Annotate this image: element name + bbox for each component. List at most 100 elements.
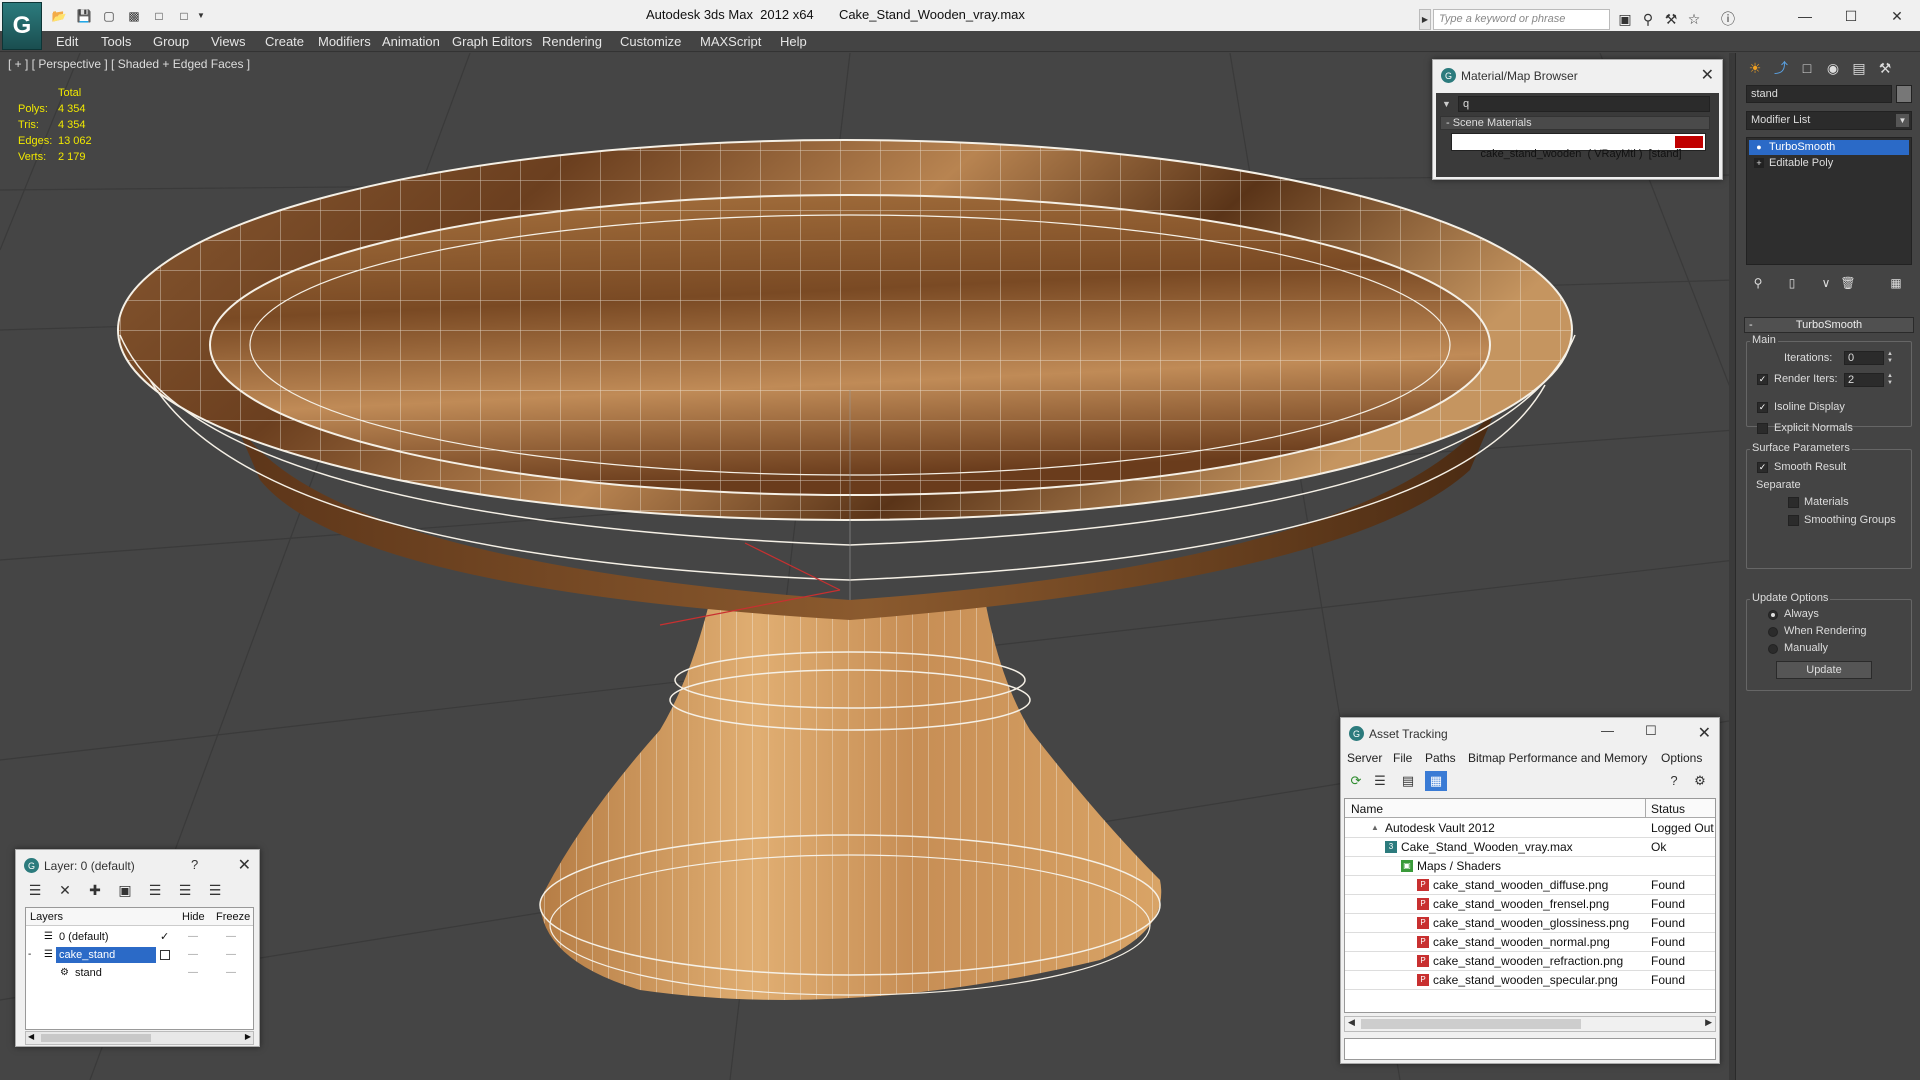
horizontal-scrollbar[interactable]: ◀ ▶ [1344,1016,1716,1032]
redo-icon[interactable]: □ [175,7,193,24]
new-layer-icon[interactable]: ☰ [24,880,46,900]
table-row[interactable]: P cake_stand_wooden_specular.png Found [1345,971,1715,990]
save-icon[interactable]: 💾 [75,7,93,24]
modifier-list-dropdown[interactable]: Modifier List ▼ [1746,111,1912,130]
menu-customize[interactable]: Customize [620,34,681,49]
menu-bitmap-performance[interactable]: Bitmap Performance and Memory [1468,751,1647,765]
freeze-all-icon[interactable]: ☰ [204,880,226,900]
layer-row[interactable]: - ☰ cake_stand — — [26,946,253,964]
app-logo[interactable]: G [2,2,42,50]
object-color-swatch[interactable] [1896,85,1912,103]
stack-item-editable-poly[interactable]: + Editable Poly [1749,156,1909,171]
expand-icon[interactable]: - [28,946,31,964]
hold-icon[interactable]: ▩ [125,7,143,24]
menu-maxscript[interactable]: MAXScript [700,34,761,49]
select-layer-icon[interactable]: ☰ [144,880,166,900]
iterations-spinner[interactable]: 0 [1844,351,1884,365]
materials-checkbox[interactable] [1788,497,1799,508]
freeze-toggle[interactable]: — [226,928,236,946]
active-layer-checkbox[interactable] [160,950,170,960]
menu-graph-editors[interactable]: Graph Editors [452,34,532,49]
close-icon[interactable]: ✕ [1698,723,1711,743]
make-unique-icon[interactable]: ∨ [1816,273,1836,293]
expand-icon[interactable]: + [1754,158,1764,168]
menu-edit[interactable]: Edit [56,34,78,49]
column-header-hide[interactable]: Hide [182,911,205,923]
open-icon[interactable]: 📂 [50,7,68,24]
hide-toggle[interactable]: — [188,946,198,964]
menu-animation[interactable]: Animation [382,34,440,49]
layer-row[interactable]: ☰ 0 (default) ✓ — — [26,928,253,946]
utilities-tab-icon[interactable]: ⚒ [1874,57,1896,79]
search-expand-icon[interactable]: ▶ [1419,9,1431,30]
manually-radio[interactable] [1768,644,1778,654]
column-header-name[interactable]: Name [1351,802,1383,816]
subscription-icon[interactable]: ⚒ [1661,10,1681,28]
table-row[interactable]: ▲ Autodesk Vault 2012 Logged Out [1345,819,1715,838]
hierarchy-tab-icon[interactable]: □ [1796,57,1818,79]
filter-dropdown-icon[interactable]: ▼ [1442,99,1452,109]
settings-icon[interactable]: ⚙ [1689,771,1711,791]
maximize-button[interactable]: ☐ [1828,4,1874,28]
modify-tab-icon[interactable]: ⤴ [1770,57,1792,79]
explicit-normals-checkbox[interactable] [1757,423,1768,434]
menu-paths[interactable]: Paths [1425,751,1456,765]
smooth-result-checkbox[interactable]: ✓ [1757,462,1768,473]
help-button[interactable]: ? [191,857,198,872]
scroll-right-icon[interactable]: ▶ [245,1032,251,1041]
table-row[interactable]: ▣ Maps / Shaders [1345,857,1715,876]
tree-view-icon[interactable]: ▤ [1397,771,1419,791]
table-row[interactable]: P cake_stand_wooden_normal.png Found [1345,933,1715,952]
render-iters-checkbox[interactable]: ✓ [1757,374,1768,385]
table-row[interactable]: 3 Cake_Stand_Wooden_vray.max Ok [1345,838,1715,857]
minimize-button[interactable]: — [1601,723,1614,738]
when-rendering-radio[interactable] [1768,627,1778,637]
freeze-toggle[interactable]: — [226,946,236,964]
menu-rendering[interactable]: Rendering [542,34,602,49]
hide-toggle[interactable]: — [188,964,198,982]
help-icon[interactable]: ? [1663,771,1685,791]
menu-modifiers[interactable]: Modifiers [318,34,371,49]
search-input[interactable]: Type a keyword or phrase [1433,9,1610,30]
quick-access-dropdown-icon[interactable]: ▼ [192,7,210,24]
table-row[interactable]: P cake_stand_wooden_frensel.png Found [1345,895,1715,914]
smoothing-groups-checkbox[interactable] [1788,515,1799,526]
scroll-left-icon[interactable]: ◀ [28,1032,34,1041]
menu-options[interactable]: Options [1661,751,1702,765]
menu-file[interactable]: File [1393,751,1412,765]
render-iters-spinner[interactable]: 2 [1844,373,1884,387]
favorites-icon[interactable]: ☆ [1684,10,1704,28]
stack-item-turbosmooth[interactable]: ● TurboSmooth [1749,140,1909,155]
scroll-left-icon[interactable]: ◀ [1348,1017,1355,1028]
material-item[interactable]: cake_stand_wooden ( VRayMtl ) [stand] [1451,133,1706,160]
hide-all-icon[interactable]: ☰ [174,880,196,900]
table-view-icon[interactable]: ▦ [1425,771,1447,791]
column-header-status[interactable]: Status [1651,802,1685,816]
hide-toggle[interactable]: — [188,928,198,946]
column-header-freeze[interactable]: Freeze [216,911,250,923]
viewport-label[interactable]: [ + ] [ Perspective ] [ Shaded + Edged F… [8,57,250,71]
scrollbar-thumb[interactable] [41,1034,151,1042]
menu-group[interactable]: Group [153,34,189,49]
scene-materials-header[interactable]: - Scene Materials [1440,116,1710,130]
minimize-button[interactable]: — [1782,4,1828,28]
spinner-arrows-icon[interactable]: ▲ ▼ [1886,351,1894,365]
refresh-icon[interactable]: ⟳ [1345,771,1367,791]
menu-views[interactable]: Views [211,34,245,49]
object-name-input[interactable]: stand [1746,85,1892,103]
always-radio[interactable] [1768,610,1778,620]
remove-modifier-icon[interactable]: 🗑 [1838,273,1858,293]
table-row[interactable]: P cake_stand_wooden_refraction.png Found [1345,952,1715,971]
update-button[interactable]: Update [1776,661,1872,679]
freeze-toggle[interactable]: — [226,964,236,982]
list-view-icon[interactable]: ☰ [1369,771,1391,791]
isoline-display-checkbox[interactable]: ✓ [1757,402,1768,413]
communication-icon[interactable]: ⚲ [1638,10,1658,28]
table-row[interactable]: P cake_stand_wooden_glossiness.png Found [1345,914,1715,933]
column-divider[interactable] [1645,799,1646,818]
maximize-button[interactable]: ☐ [1645,723,1657,739]
material-search-input[interactable]: q [1458,96,1710,112]
configure-sets-icon[interactable]: ▦ [1886,273,1906,293]
help-icon[interactable]: ⓘ [1718,10,1738,28]
binoculars-icon[interactable]: ▣ [1615,10,1635,28]
